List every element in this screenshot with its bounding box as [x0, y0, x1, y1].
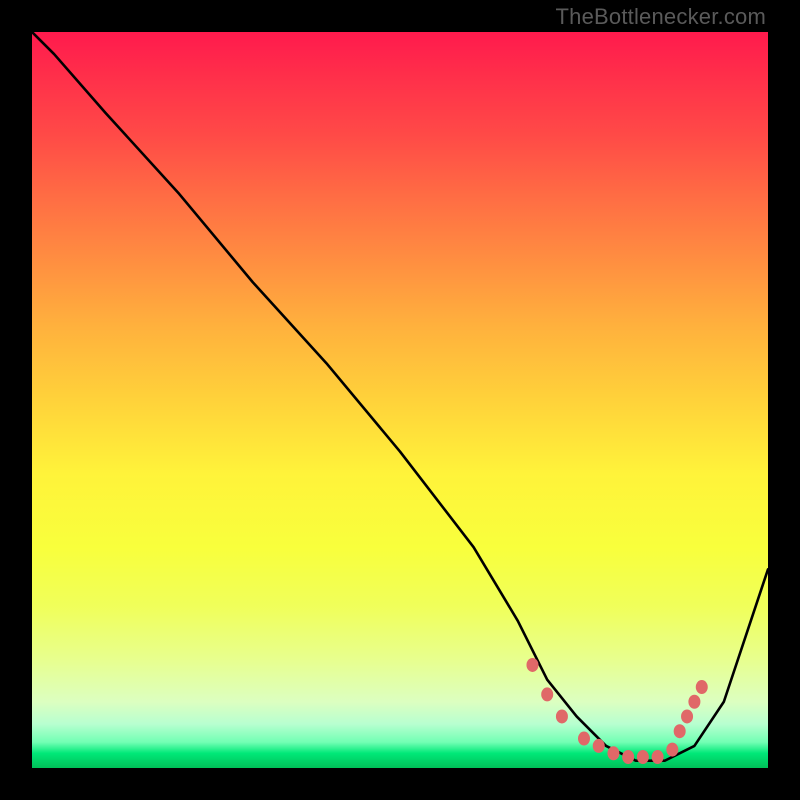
- marker-dot: [622, 750, 634, 764]
- marker-dot: [674, 724, 686, 738]
- marker-dot: [681, 709, 693, 723]
- marker-dot: [578, 732, 590, 746]
- marker-dot: [637, 750, 649, 764]
- marker-dot: [556, 709, 568, 723]
- marker-dot: [526, 658, 538, 672]
- marker-dot: [652, 750, 664, 764]
- chart-svg: [32, 32, 768, 768]
- marker-dot: [607, 746, 619, 760]
- optimal-band-markers: [526, 658, 707, 764]
- plot-area: [32, 32, 768, 768]
- bottleneck-curve-line: [32, 32, 768, 761]
- curve-layer: [32, 32, 768, 761]
- marker-dot: [688, 695, 700, 709]
- marker-dot: [593, 739, 605, 753]
- chart-frame: TheBottlenecker.com: [0, 0, 800, 800]
- watermark-text: TheBottlenecker.com: [556, 4, 766, 30]
- marker-dot: [696, 680, 708, 694]
- marker-dot: [666, 743, 678, 757]
- marker-dot: [541, 687, 553, 701]
